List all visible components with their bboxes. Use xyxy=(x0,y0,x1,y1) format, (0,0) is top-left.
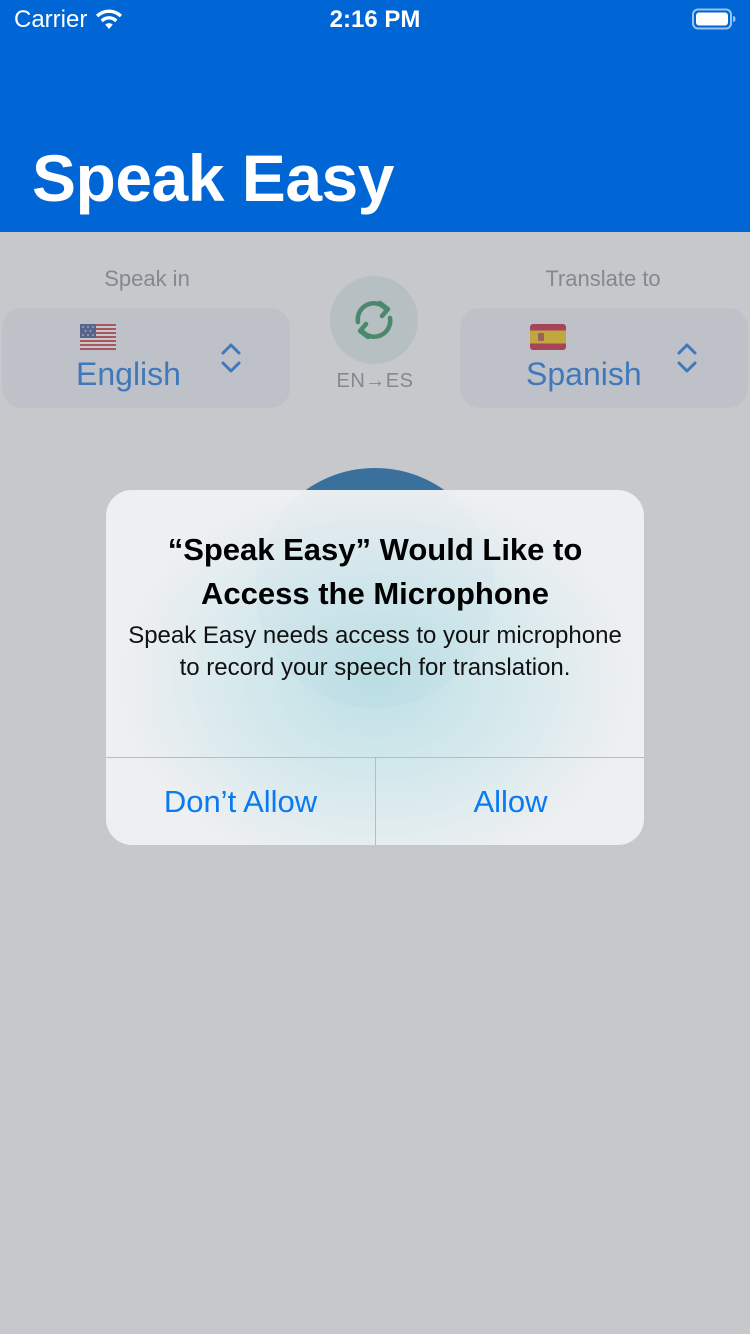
app-header: Carrier 2:16 PM Speak Easy xyxy=(0,0,750,232)
status-time: 2:16 PM xyxy=(329,6,421,33)
app-title: Speak Easy xyxy=(32,141,394,215)
alert-message: Speak Easy needs access to your micropho… xyxy=(128,622,622,681)
app-screen: Carrier 2:16 PM Speak Easy Speak in Tran… xyxy=(0,0,750,1334)
microphone-permission-alert: “Speak Easy” Would Like to Access the Mi… xyxy=(106,490,644,845)
dont-allow-button[interactable]: Don’t Allow xyxy=(106,758,375,845)
status-bar: Carrier 2:16 PM xyxy=(0,0,750,40)
alert-title: “Speak Easy” Would Like to Access the Mi… xyxy=(167,532,583,611)
allow-button[interactable]: Allow xyxy=(376,758,644,845)
battery-icon xyxy=(692,8,736,30)
